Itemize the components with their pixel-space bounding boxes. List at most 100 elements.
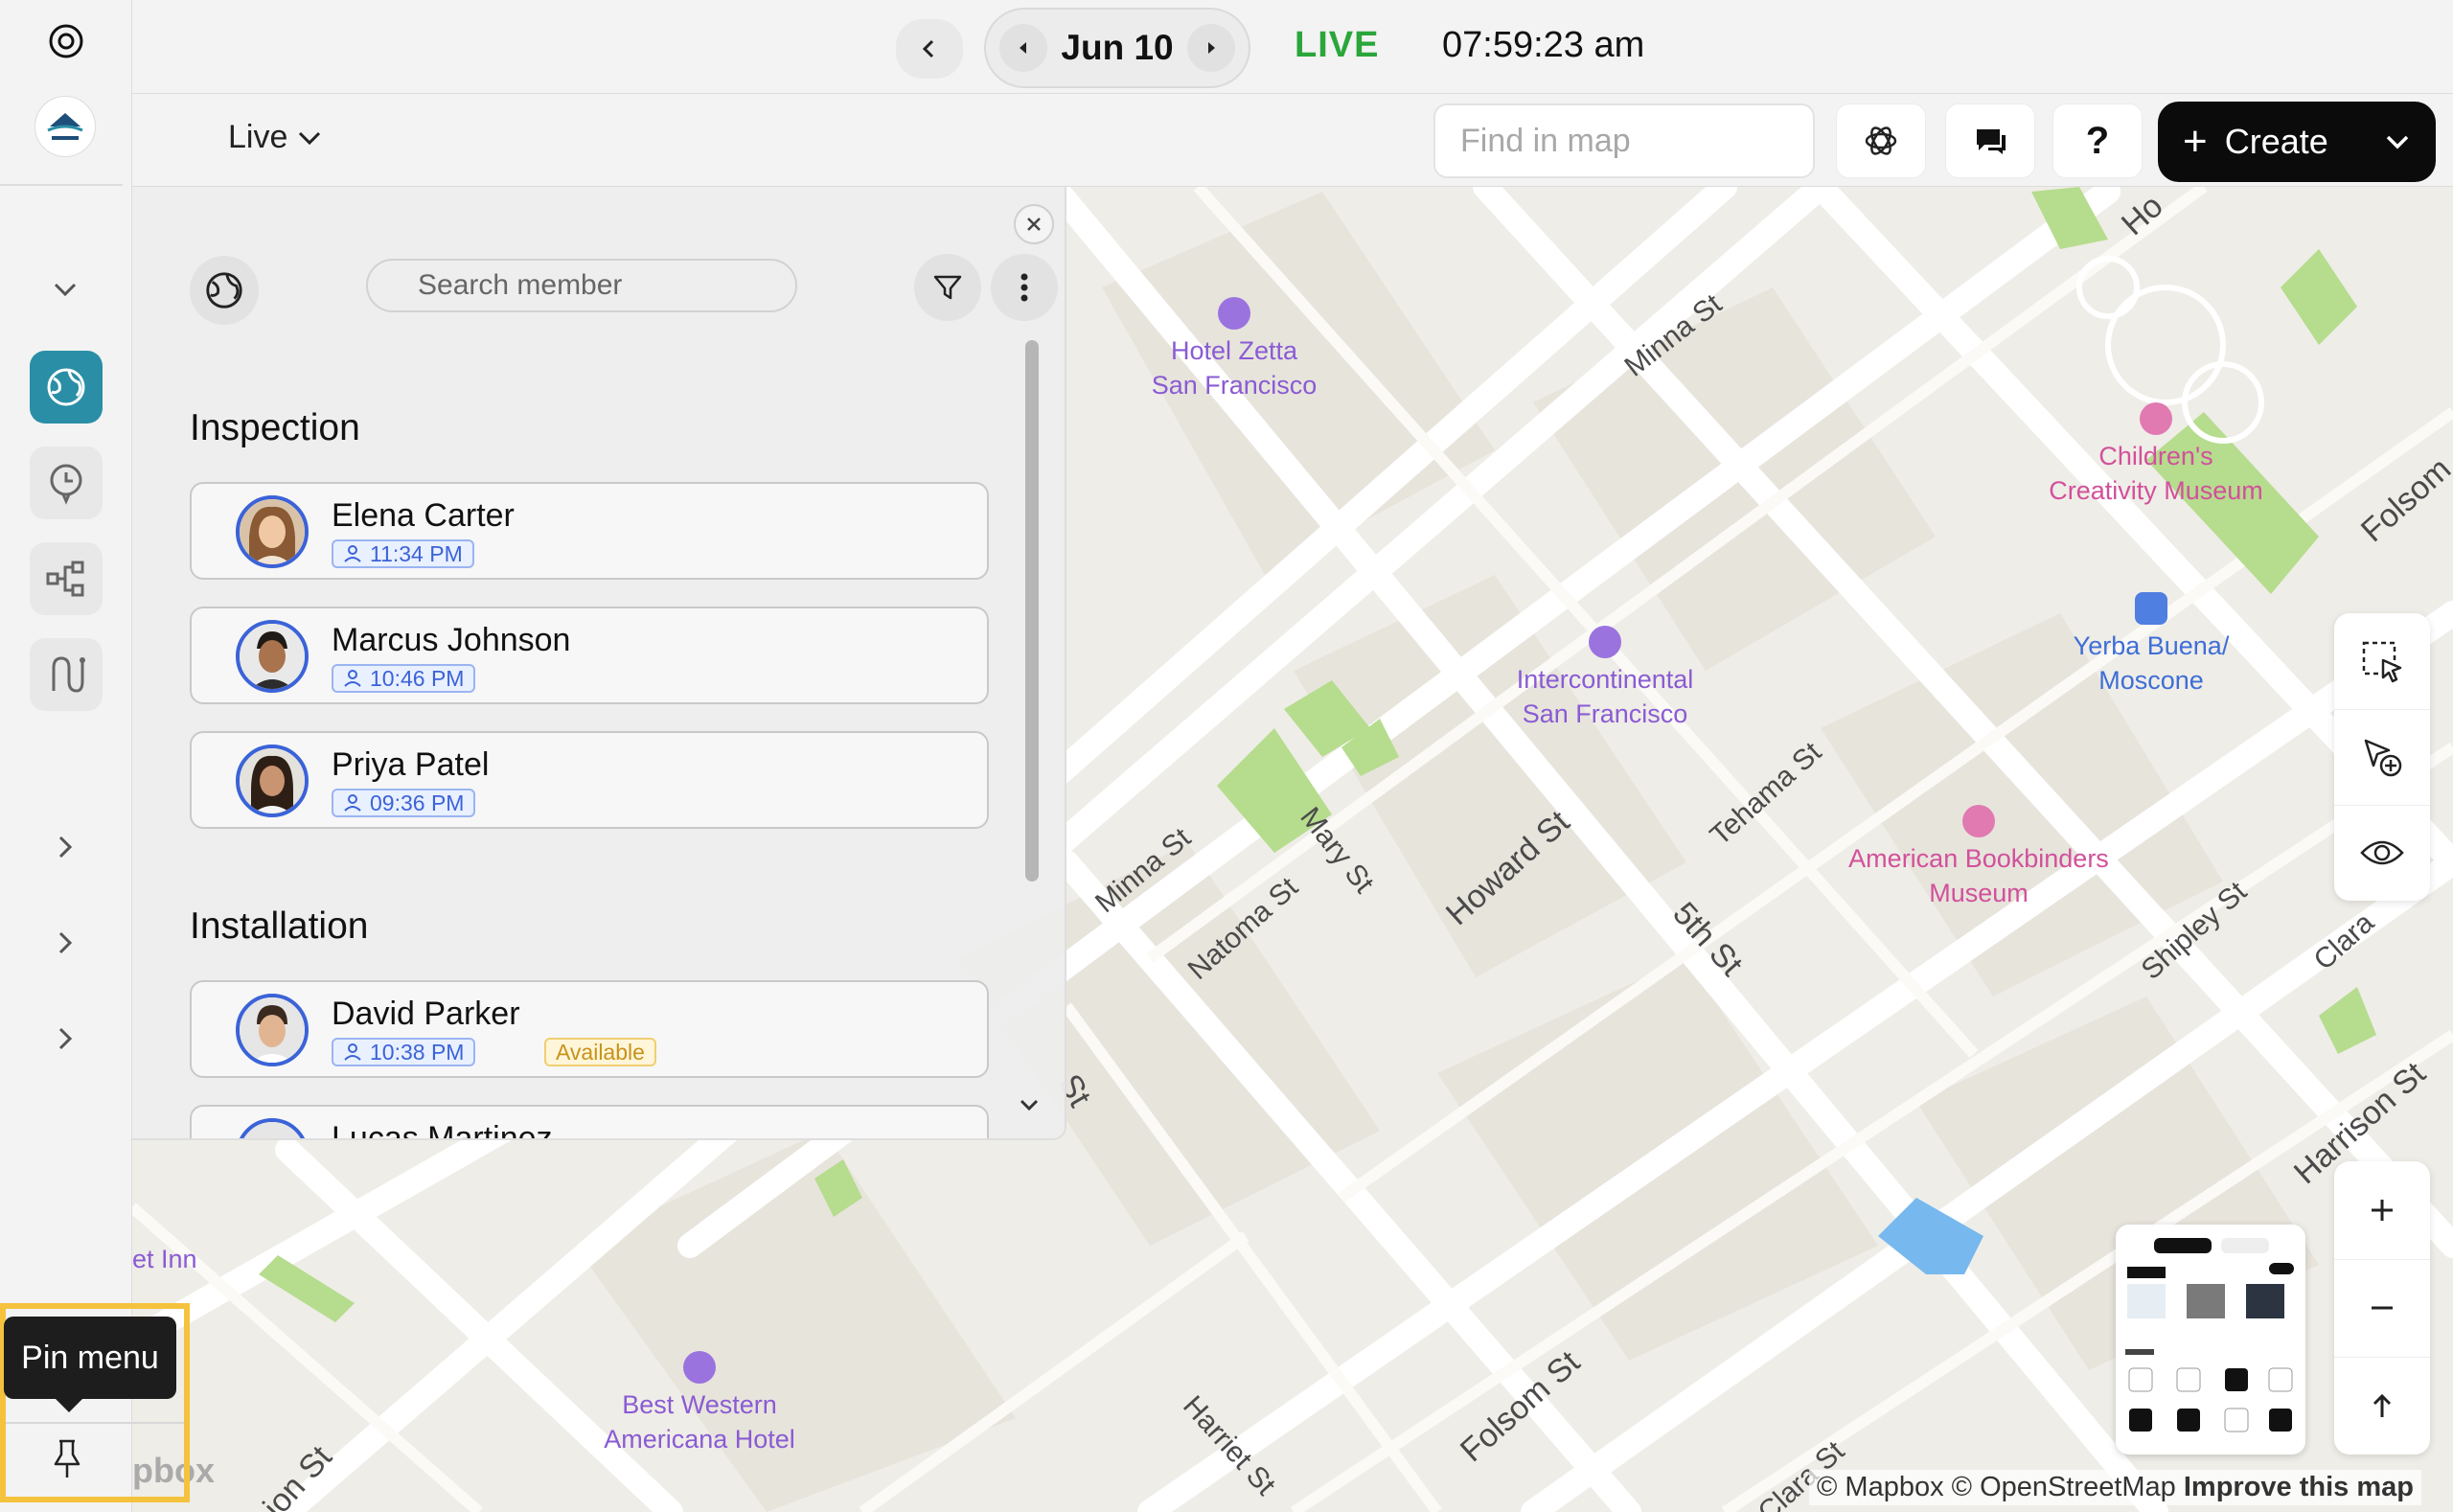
expand-button[interactable] [48,830,82,864]
close-icon [1027,218,1041,231]
member-name: Elena Carter [332,497,515,534]
caret-left-icon [1020,42,1026,54]
more-vertical-icon [1020,273,1028,302]
expand-button[interactable] [48,1021,82,1056]
chevron-right-icon [58,1027,73,1050]
member-time: 10:46 PM [332,664,476,693]
person-clock-icon [344,794,361,812]
chevron-down-icon [2386,135,2409,149]
poi-hotel-zetta[interactable]: Hotel Zetta San Francisco [1129,297,1340,402]
member-time: 11:34 PM [332,539,474,568]
member-time: 09:36 PM [332,789,476,817]
minus-icon [2372,1306,2393,1310]
arrow-up-icon [2373,1393,2392,1417]
museum-icon [2140,402,2172,435]
member-time: 10:38 PM [332,1038,476,1066]
map-attribution: © Mapbox © OpenStreetMap Improve this ma… [1809,1470,2421,1505]
zoom-in-button[interactable] [2334,1161,2430,1259]
poi-best-western[interactable]: Best Western Americana Hotel [575,1351,824,1456]
pin-icon [54,1439,80,1478]
create-label: Create [2224,122,2328,161]
member-name: David Parker [332,996,520,1032]
select-area-button[interactable] [2334,613,2430,709]
member-card[interactable]: Priya Patel 09:36 PM [190,731,989,829]
chat-button[interactable] [1945,103,2035,178]
member-name: Lucas Martinez [332,1120,553,1140]
ai-assistant-button[interactable] [1836,103,1926,178]
member-search-input[interactable] [418,269,788,302]
visibility-button[interactable] [2334,805,2430,901]
next-day-button[interactable] [1187,24,1235,72]
rail-item-routes[interactable] [30,638,103,711]
chevron-right-icon [58,931,73,954]
date-label[interactable]: Jun 10 [1061,28,1173,68]
avatar [236,495,309,568]
rail-item-hierarchy[interactable] [30,542,103,615]
top-bar: Jun 10 LIVE 07:59:23 am [132,0,2453,94]
pin-menu-button[interactable] [38,1430,96,1487]
close-button[interactable] [1014,204,1054,244]
company-avatar[interactable] [34,96,96,157]
plus-icon: + [2183,118,2208,165]
zoom-controls [2334,1161,2430,1455]
member-search-box [366,259,797,312]
rail-divider [0,184,123,186]
poi-childrens-museum[interactable]: Children's Creativity Museum [2022,402,2290,508]
layers-icon [2116,1225,2305,1455]
sub-bar: Live ? + Create [132,94,2453,187]
member-card[interactable]: Lucas Martinez [190,1105,989,1140]
map-layers-preview[interactable] [2116,1225,2305,1455]
panel-scrollbar[interactable] [1025,340,1039,882]
poi-bookbinders[interactable]: American Bookbinders Museum [1811,805,2146,910]
filter-icon [933,275,962,300]
compass-button[interactable] [2334,1357,2430,1455]
status-badge: Available [544,1038,656,1066]
more-options-button[interactable] [991,254,1058,321]
hotel-icon [683,1351,716,1384]
rail-item-live-map[interactable] [30,351,103,424]
poi-inn-fragment[interactable]: et Inn [132,1242,218,1276]
person-clock-icon [344,1043,361,1061]
prev-button[interactable] [896,19,963,79]
rail-item-history[interactable] [30,447,103,519]
avatar [236,1118,309,1138]
poi-intercontinental[interactable]: Intercontinental San Francisco [1480,626,1730,731]
mode-dropdown[interactable]: Live [228,119,322,156]
member-name: Marcus Johnson [332,622,571,658]
member-card[interactable]: David Parker 10:38 PM Available [190,980,989,1078]
expand-button[interactable] [48,926,82,960]
find-in-map-box [1433,103,1885,178]
select-area-icon [2362,641,2402,683]
member-card[interactable]: Elena Carter 11:34 PM [190,482,989,580]
prev-day-button[interactable] [999,24,1047,72]
create-button[interactable]: + Create [2158,102,2436,182]
globe-button[interactable] [190,256,259,325]
live-indicator[interactable]: LIVE [1295,25,1379,66]
zoom-out-button[interactable] [2334,1259,2430,1357]
find-in-map-input[interactable] [1460,122,1885,160]
filter-button[interactable] [914,254,981,321]
scroll-down-button[interactable] [1012,1088,1046,1122]
cursor-plus-icon [2364,739,2402,777]
member-card[interactable]: Marcus Johnson 10:46 PM [190,607,989,704]
chevron-down-icon [1020,1099,1039,1111]
museum-icon [1962,805,1995,837]
chevron-down-icon [299,131,321,145]
at-logo-icon [49,24,83,58]
app-logo[interactable] [46,21,86,61]
clock: 07:59:23 am [1442,25,1645,65]
hotel-icon [1589,626,1621,658]
caret-right-icon [1208,42,1215,54]
eye-icon [2360,840,2404,865]
left-rail [0,0,132,1512]
collapse-button[interactable] [48,272,82,307]
chevron-left-icon [922,39,934,58]
poi-yerba-buena[interactable]: Yerba Buena/ Moscone [2031,592,2271,698]
pin-menu-tooltip: Pin menu [4,1317,176,1399]
avatar [236,994,309,1066]
help-button[interactable]: ? [2052,103,2143,178]
clock-pin-icon [50,464,82,505]
avatar [236,745,309,817]
globe-icon [47,368,85,406]
add-pointer-button[interactable] [2334,709,2430,805]
